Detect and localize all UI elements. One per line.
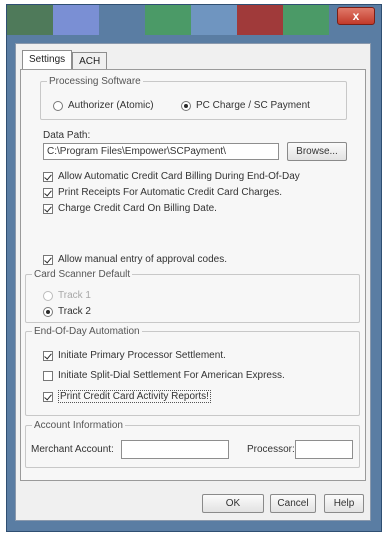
track1-radio[interactable]: [43, 290, 53, 301]
radio-track2[interactable]: Track 2: [43, 306, 91, 317]
pccharge-radio[interactable]: [181, 100, 191, 111]
radio-authorizer[interactable]: Authorizer (Atomic): [53, 100, 154, 111]
authorizer-label: Authorizer (Atomic): [68, 100, 154, 111]
browse-button[interactable]: Browse...: [287, 142, 347, 161]
option-charge-billing-date[interactable]: Charge Credit Card On Billing Date.: [43, 203, 217, 214]
manual-entry-label: Allow manual entry of approval codes.: [58, 254, 227, 265]
settings-panel: Processing Software Authorizer (Atomic) …: [20, 69, 366, 481]
authorizer-radio[interactable]: [53, 100, 63, 111]
auto-billing-label: Allow Automatic Credit Card Billing Duri…: [58, 171, 300, 182]
title-bar-segment: [99, 5, 145, 35]
radio-track1[interactable]: Track 1: [43, 290, 91, 301]
title-bar-segment: [191, 5, 237, 35]
card-scanner-legend: Card Scanner Default: [34, 269, 131, 280]
merchant-account-label: Merchant Account:: [31, 444, 114, 455]
print-receipts-label: Print Receipts For Automatic Credit Card…: [58, 187, 282, 198]
eod-automation-legend: End-Of-Day Automation: [34, 326, 140, 337]
pccharge-label: PC Charge / SC Payment: [196, 100, 310, 111]
option-primary-settlement[interactable]: Initiate Primary Processor Settlement.: [43, 350, 226, 361]
cancel-button[interactable]: Cancel: [270, 494, 316, 513]
split-dial-label: Initiate Split-Dial Settlement For Ameri…: [58, 370, 285, 381]
radio-pccharge[interactable]: PC Charge / SC Payment: [181, 100, 310, 111]
primary-settlement-label: Initiate Primary Processor Settlement.: [58, 350, 226, 361]
account-info-legend: Account Information: [34, 420, 123, 431]
option-split-dial[interactable]: Initiate Split-Dial Settlement For Ameri…: [43, 370, 285, 381]
data-path-label: Data Path:: [43, 130, 91, 141]
title-bar[interactable]: [7, 5, 381, 35]
option-print-receipts[interactable]: Print Receipts For Automatic Credit Card…: [43, 187, 282, 198]
tab-settings[interactable]: Settings: [22, 50, 73, 70]
title-bar-segment: [7, 5, 53, 35]
processor-input[interactable]: [295, 440, 353, 459]
charge-billing-date-checkbox[interactable]: [43, 203, 53, 214]
split-dial-checkbox[interactable]: [43, 370, 53, 381]
track2-radio[interactable]: [43, 306, 53, 317]
title-bar-segment: [283, 5, 329, 35]
option-print-reports[interactable]: Print Credit Card Activity Reports!: [43, 390, 211, 403]
tab-strip: Settings ACH: [22, 50, 108, 70]
track2-label: Track 2: [58, 306, 91, 317]
merchant-account-input[interactable]: [121, 440, 229, 459]
close-icon: x: [352, 9, 360, 23]
processing-software-legend: Processing Software: [49, 76, 141, 87]
ok-button[interactable]: OK: [202, 494, 264, 513]
help-button[interactable]: Help: [324, 494, 364, 513]
title-bar-segment: [53, 5, 99, 35]
auto-billing-checkbox[interactable]: [43, 171, 53, 182]
print-reports-checkbox[interactable]: [43, 391, 53, 402]
dialog-window: x Settings ACH Processing Software Autho…: [6, 4, 382, 532]
manual-entry-checkbox[interactable]: [43, 254, 53, 265]
track1-label: Track 1: [58, 290, 91, 301]
data-path-input[interactable]: C:\Program Files\Empower\SCPayment\: [43, 143, 279, 160]
option-auto-billing[interactable]: Allow Automatic Credit Card Billing Duri…: [43, 171, 300, 182]
processing-software-group: Processing Software: [40, 76, 347, 120]
dialog-client-area: Settings ACH Processing Software Authori…: [15, 43, 371, 521]
primary-settlement-checkbox[interactable]: [43, 350, 53, 361]
processor-label: Processor:: [247, 444, 295, 455]
title-bar-segment: [237, 5, 283, 35]
close-button[interactable]: x: [337, 7, 375, 25]
title-bar-segment: [145, 5, 191, 35]
option-manual-entry[interactable]: Allow manual entry of approval codes.: [43, 254, 227, 265]
tab-ach[interactable]: ACH: [72, 52, 108, 70]
print-reports-label: Print Credit Card Activity Reports!: [58, 390, 211, 403]
charge-billing-date-label: Charge Credit Card On Billing Date.: [58, 203, 217, 214]
print-receipts-checkbox[interactable]: [43, 187, 53, 198]
